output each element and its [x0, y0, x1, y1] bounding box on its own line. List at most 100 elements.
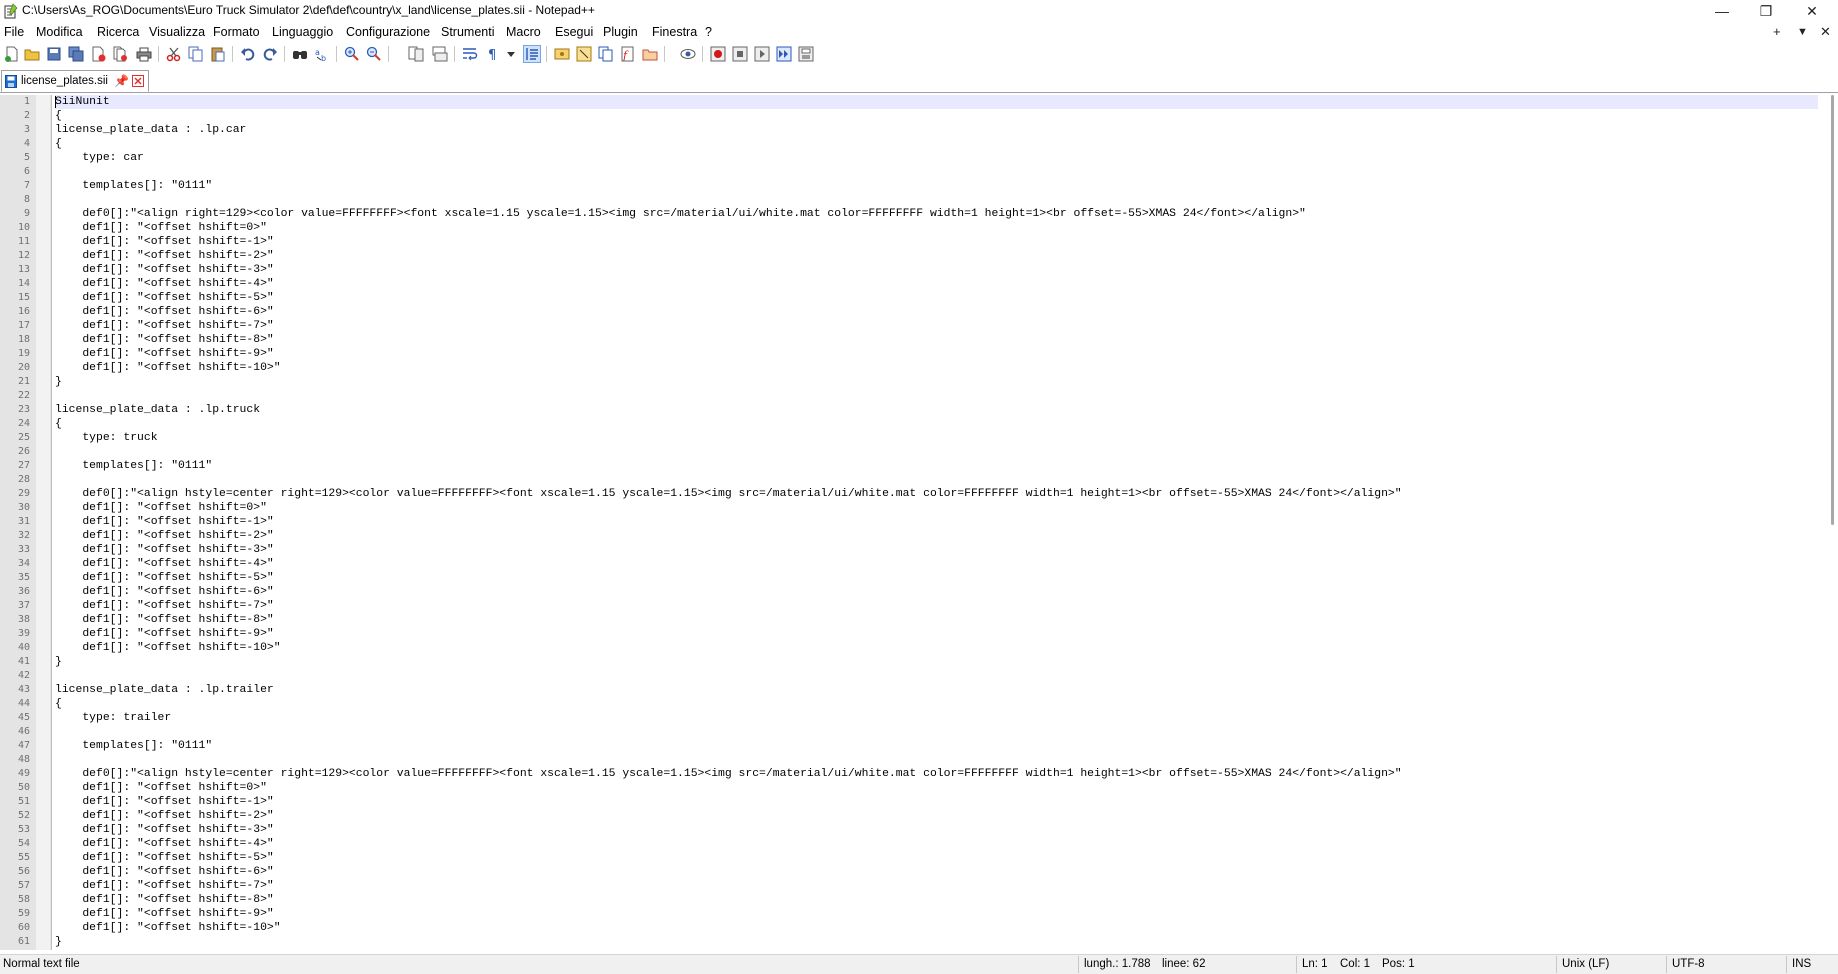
menu-help[interactable]: ?	[705, 25, 712, 39]
cut-icon[interactable]	[166, 46, 182, 62]
code-line[interactable]: def1[]: "<offset hshift=-1>"	[55, 235, 1818, 249]
code-line[interactable]: def1[]: "<offset hshift=-4>"	[55, 277, 1818, 291]
menu-configurazione[interactable]: Configurazione	[346, 25, 430, 39]
code-line[interactable]: def1[]: "<offset hshift=-5>"	[55, 851, 1818, 865]
menu-finestra[interactable]: Finestra	[652, 25, 697, 39]
code-line[interactable]: def1[]: "<offset hshift=-9>"	[55, 907, 1818, 921]
sync-vertical-icon[interactable]	[408, 46, 424, 62]
close-window-button[interactable]: ✕	[1790, 0, 1834, 22]
code-line[interactable]: def1[]: "<offset hshift=-1>"	[55, 795, 1818, 809]
menu-modifica[interactable]: Modifica	[36, 25, 83, 39]
code-line[interactable]: def0[]:"<align hstyle=center right=129><…	[55, 487, 1818, 501]
zoom-in-icon[interactable]	[344, 46, 360, 62]
function-list-icon[interactable]: f	[620, 46, 636, 62]
menu-macro[interactable]: Macro	[506, 25, 541, 39]
indent-guide-icon[interactable]	[523, 45, 541, 63]
vertical-scrollbar[interactable]	[1820, 95, 1838, 950]
replace-icon[interactable]: ab	[314, 46, 330, 62]
code-line[interactable]: def1[]: "<offset hshift=-9>"	[55, 627, 1818, 641]
word-wrap-icon[interactable]	[462, 46, 478, 62]
code-line[interactable]: license_plate_data : .lp.truck	[55, 403, 1818, 417]
code-line[interactable]	[55, 193, 1818, 207]
code-line[interactable]: {	[55, 417, 1818, 431]
record-macro-icon[interactable]	[710, 46, 726, 62]
code-line[interactable]: license_plate_data : .lp.car	[55, 123, 1818, 137]
new-file-icon[interactable]	[4, 46, 20, 62]
close-doc-button[interactable]: ✕	[1820, 24, 1831, 40]
code-line[interactable]: def1[]: "<offset hshift=0>"	[55, 781, 1818, 795]
paste-icon[interactable]	[210, 46, 226, 62]
code-line[interactable]: def1[]: "<offset hshift=0>"	[55, 221, 1818, 235]
code-line[interactable]	[55, 473, 1818, 487]
code-line[interactable]: def1[]: "<offset hshift=-3>"	[55, 543, 1818, 557]
code-area[interactable]: SiiNunit{license_plate_data : .lp.car{ t…	[55, 95, 1818, 949]
code-line[interactable]	[55, 725, 1818, 739]
scrollbar-thumb[interactable]	[1831, 95, 1834, 525]
folder-workspace-icon[interactable]	[642, 46, 658, 62]
code-line[interactable]: def1[]: "<offset hshift=-2>"	[55, 529, 1818, 543]
find-icon[interactable]	[292, 46, 308, 62]
code-line[interactable]: type: car	[55, 151, 1818, 165]
monitoring-icon[interactable]	[680, 46, 696, 62]
code-line[interactable]: templates[]: "0111"	[55, 459, 1818, 473]
code-line[interactable]: type: truck	[55, 431, 1818, 445]
run-macro-multiple-icon[interactable]	[776, 46, 792, 62]
close-all-icon[interactable]	[112, 46, 128, 62]
code-line[interactable]	[55, 389, 1818, 403]
code-line[interactable]: def1[]: "<offset hshift=-6>"	[55, 305, 1818, 319]
code-line[interactable]: def1[]: "<offset hshift=0>"	[55, 501, 1818, 515]
redo-icon[interactable]	[262, 46, 278, 62]
code-line[interactable]: def1[]: "<offset hshift=-6>"	[55, 865, 1818, 879]
doc-list-icon[interactable]	[598, 46, 614, 62]
code-line[interactable]	[55, 445, 1818, 459]
stop-macro-icon[interactable]	[732, 46, 748, 62]
code-line[interactable]: templates[]: "0111"	[55, 739, 1818, 753]
editor[interactable]: 1 2 3 4 5 6 7 8 9 10 11 12 13 14 15 16 17 18 19 20 21 22 23 24 2…	[0, 95, 1838, 950]
code-line[interactable]: def1[]: "<offset hshift=-3>"	[55, 823, 1818, 837]
user-language-icon[interactable]	[554, 46, 570, 62]
code-line[interactable]: def1[]: "<offset hshift=-7>"	[55, 599, 1818, 613]
code-line[interactable]: def1[]: "<offset hshift=-8>"	[55, 613, 1818, 627]
code-line[interactable]: templates[]: "0111"	[55, 179, 1818, 193]
code-line[interactable]: def1[]: "<offset hshift=-2>"	[55, 249, 1818, 263]
code-line[interactable]: def1[]: "<offset hshift=-2>"	[55, 809, 1818, 823]
menu-strumenti[interactable]: Strumenti	[441, 25, 495, 39]
code-line[interactable]: {	[55, 137, 1818, 151]
close-icon[interactable]	[90, 46, 106, 62]
pin-icon[interactable]: 📌	[114, 74, 129, 88]
print-icon[interactable]	[136, 46, 152, 62]
code-line[interactable]: def1[]: "<offset hshift=-5>"	[55, 571, 1818, 585]
maximize-button[interactable]: ❐	[1744, 0, 1788, 22]
menu-linguaggio[interactable]: Linguaggio	[272, 25, 333, 39]
code-line[interactable]: def1[]: "<offset hshift=-4>"	[55, 557, 1818, 571]
sync-horizontal-icon[interactable]	[432, 46, 448, 62]
code-line[interactable]: def1[]: "<offset hshift=-5>"	[55, 291, 1818, 305]
code-line[interactable]: def1[]: "<offset hshift=-1>"	[55, 515, 1818, 529]
menu-esegui[interactable]: Esegui	[555, 25, 593, 39]
menu-plugin[interactable]: Plugin	[603, 25, 638, 39]
code-line[interactable]: def1[]: "<offset hshift=-7>"	[55, 879, 1818, 893]
code-line[interactable]: def1[]: "<offset hshift=-10>"	[55, 921, 1818, 935]
code-line[interactable]: SiiNunit	[55, 95, 1818, 109]
fold-margin[interactable]	[36, 95, 50, 950]
undo-icon[interactable]	[240, 46, 256, 62]
save-icon[interactable]	[46, 46, 62, 62]
code-line[interactable]: {	[55, 109, 1818, 123]
tab-license-plates[interactable]: license_plates.sii 📌	[1, 70, 149, 92]
menu-ricerca[interactable]: Ricerca	[97, 25, 139, 39]
menu-visualizza[interactable]: Visualizza	[149, 25, 205, 39]
code-line[interactable]: }	[55, 935, 1818, 949]
code-line[interactable]: def1[]: "<offset hshift=-3>"	[55, 263, 1818, 277]
code-line[interactable]: def0[]:"<align right=129><color value=FF…	[55, 207, 1818, 221]
code-line[interactable]: license_plate_data : .lp.trailer	[55, 683, 1818, 697]
code-line[interactable]	[55, 753, 1818, 767]
code-line[interactable]	[55, 165, 1818, 179]
menu-formato[interactable]: Formato	[213, 25, 260, 39]
tab-list-button[interactable]: ▼	[1797, 26, 1808, 38]
play-macro-icon[interactable]	[754, 46, 770, 62]
code-line[interactable]: def1[]: "<offset hshift=-7>"	[55, 319, 1818, 333]
code-line[interactable]: def1[]: "<offset hshift=-10>"	[55, 361, 1818, 375]
dropdown-icon[interactable]	[506, 46, 516, 62]
show-all-chars-icon[interactable]: ¶	[486, 46, 502, 62]
open-file-icon[interactable]	[24, 46, 40, 62]
